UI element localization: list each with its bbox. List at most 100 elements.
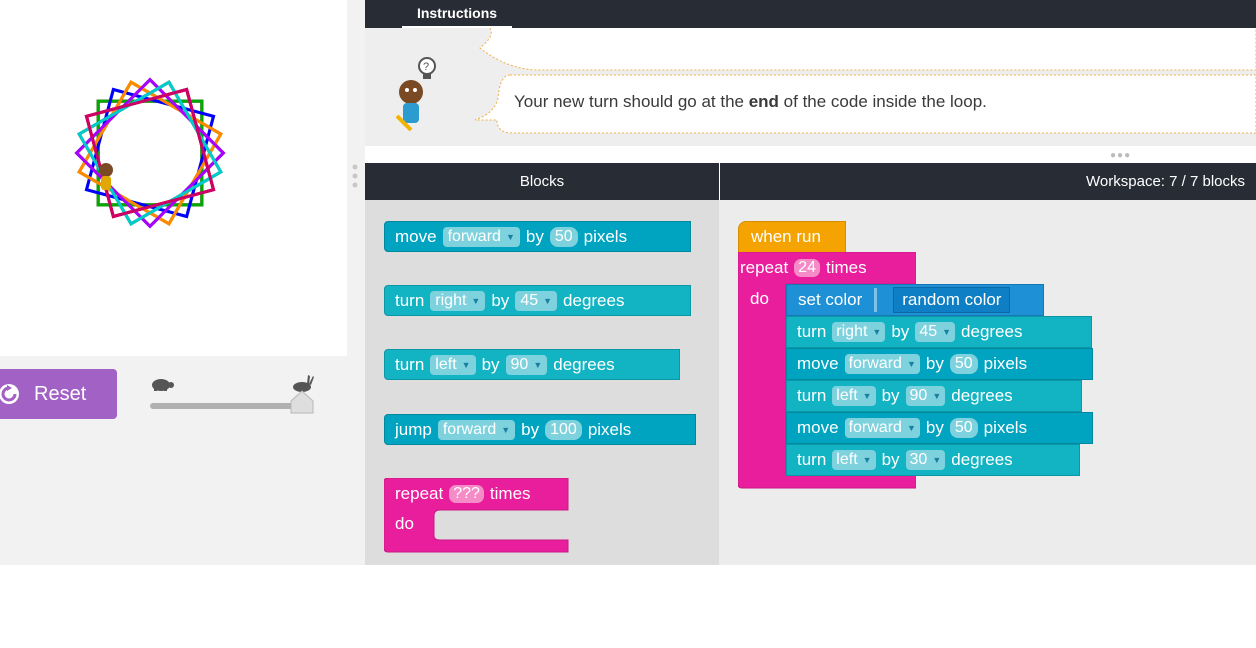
block-text: turn <box>797 386 827 405</box>
rosette-square <box>84 87 216 219</box>
block-text: by <box>521 419 540 439</box>
dropdown-arrow-icon: ▼ <box>906 423 916 433</box>
block-text: times <box>489 484 531 503</box>
direction-dropdown[interactable]: forward ▼ <box>437 419 516 440</box>
toolbox-turn-left-block[interactable]: turn left ▼ by 90 ▼ degrees <box>384 349 680 380</box>
workspace-header: Workspace: 7 / 7 blocks <box>720 163 1256 200</box>
number-field[interactable]: 100 <box>545 419 582 440</box>
dropdown-arrow-icon: ▼ <box>533 359 543 370</box>
rosette-square <box>77 80 223 226</box>
angle-dropdown[interactable]: 30 ▼ <box>905 450 946 470</box>
speed-slider-thumb[interactable] <box>290 390 314 414</box>
workspace-turn-block[interactable]: turn left ▼ by 30 ▼ degrees <box>786 444 1080 476</box>
dropdown-arrow-icon: ▼ <box>932 455 942 465</box>
direction-dropdown[interactable]: right ▼ <box>832 322 886 342</box>
block-text: by <box>491 290 510 310</box>
rosette-square <box>77 80 223 226</box>
angle-dropdown[interactable]: 45 ▼ <box>515 290 558 311</box>
number-field[interactable]: 50 <box>949 418 978 438</box>
direction-dropdown[interactable]: forward ▼ <box>844 418 920 438</box>
direction-dropdown[interactable]: left ▼ <box>430 354 476 375</box>
dropdown-value: 90 <box>909 387 928 404</box>
dropdown-value: left <box>836 451 858 468</box>
block-text: degrees <box>951 450 1013 469</box>
drawing-canvas <box>0 0 347 356</box>
svg-text:?: ? <box>423 61 429 73</box>
workspace-turn-block[interactable]: turn right ▼ by 45 ▼ degrees <box>786 316 1092 348</box>
dropdown-value: left <box>435 355 457 373</box>
dropdown-arrow-icon: ▼ <box>942 327 952 337</box>
speed-slider[interactable] <box>150 403 300 409</box>
rosette-square <box>77 80 223 226</box>
direction-dropdown[interactable]: left ▼ <box>832 450 876 470</box>
rosette-square <box>77 80 223 226</box>
direction-dropdown[interactable]: left ▼ <box>832 386 876 406</box>
dropdown-arrow-icon: ▼ <box>872 327 882 337</box>
repeat-count-field[interactable]: ??? <box>449 485 484 503</box>
dropdown-arrow-icon: ▼ <box>906 359 916 369</box>
block-text: by <box>525 226 544 246</box>
block-text: move <box>797 354 839 373</box>
block-text: repeat <box>740 258 789 277</box>
direction-dropdown[interactable]: right ▼ <box>430 290 486 311</box>
blocks-header: Blocks <box>365 163 719 200</box>
instructions-resize-handle[interactable]: ●●● <box>1110 150 1131 161</box>
when-run-block[interactable]: when run <box>738 221 846 253</box>
instruction-text: Your new turn should go at the end of th… <box>514 92 987 112</box>
rosette-square <box>77 80 223 226</box>
panel-resize-handle[interactable] <box>352 164 358 188</box>
number-field[interactable]: 50 <box>949 354 978 374</box>
workspace-turn-block[interactable]: turn left ▼ by 90 ▼ degrees <box>786 380 1082 412</box>
dropdown-value: forward <box>442 420 497 438</box>
repeat-count-field[interactable]: 24 <box>794 259 820 277</box>
set-color-block[interactable]: set color random color <box>786 284 1044 316</box>
block-text: move <box>797 418 839 437</box>
direction-dropdown[interactable]: forward ▼ <box>844 354 920 374</box>
dropdown-arrow-icon: ▼ <box>461 359 471 370</box>
toolbox-jump-block[interactable]: jump forward ▼ by 100 pixels <box>384 414 696 445</box>
reset-button[interactable]: Reset <box>0 369 117 419</box>
rosette-square <box>84 87 216 219</box>
block-text: pixels <box>983 418 1028 437</box>
block-text: turn <box>395 290 425 310</box>
dropdown-arrow-icon: ▼ <box>543 295 553 306</box>
repeat-header: repeat 24 times <box>740 257 867 279</box>
rosette-square <box>77 80 223 226</box>
block-text: degrees <box>951 386 1013 405</box>
block-text: turn <box>797 322 827 341</box>
block-text: turn <box>395 354 425 374</box>
instruction-text-start: Your new turn should go at the <box>514 92 749 111</box>
instruction-text-emphasis: end <box>748 92 779 111</box>
rosette-square <box>84 87 216 219</box>
dropdown-value: forward <box>848 419 902 436</box>
angle-dropdown[interactable]: 45 ▼ <box>915 322 956 342</box>
toolbox-repeat-block[interactable]: repeat ??? times do <box>384 478 570 554</box>
angle-dropdown[interactable]: 90 ▼ <box>505 354 548 375</box>
rosette-square <box>84 87 216 219</box>
dropdown-arrow-icon: ▼ <box>862 391 872 401</box>
number-field[interactable]: 50 <box>549 226 578 247</box>
workspace-move-block[interactable]: move forward ▼ by 50 pixels <box>786 348 1093 380</box>
toolbox: move forward ▼ by 50 pixels turn right ▼ b… <box>365 200 719 565</box>
rosette-square <box>77 80 223 226</box>
toolbox-move-block[interactable]: move forward ▼ by 50 pixels <box>384 221 691 252</box>
block-text: repeat <box>395 484 444 503</box>
angle-dropdown[interactable]: 90 ▼ <box>905 386 946 406</box>
rosette-square <box>84 87 216 219</box>
block-text: by <box>891 322 910 341</box>
random-color-block[interactable]: random color <box>893 287 1011 313</box>
block-text: jump <box>395 419 432 439</box>
tab-instructions[interactable]: Instructions <box>402 0 512 28</box>
toolbox-turn-right-block[interactable]: turn right ▼ by 45 ▼ degrees <box>384 285 691 316</box>
instruction-bubbles <box>474 28 1256 134</box>
block-text: by <box>481 354 500 374</box>
block-text: degrees <box>563 290 625 310</box>
instructions-panel: ? Your new turn should go at the end of … <box>365 28 1256 146</box>
block-text: by <box>881 386 900 405</box>
block-text: degrees <box>961 322 1023 341</box>
dropdown-value: right <box>836 323 868 340</box>
repeat-do-label: do <box>750 289 769 308</box>
bulb-hint-icon: ? <box>395 57 436 132</box>
direction-dropdown[interactable]: forward ▼ <box>442 226 520 247</box>
workspace-move-block[interactable]: move forward ▼ by 50 pixels <box>786 412 1093 444</box>
